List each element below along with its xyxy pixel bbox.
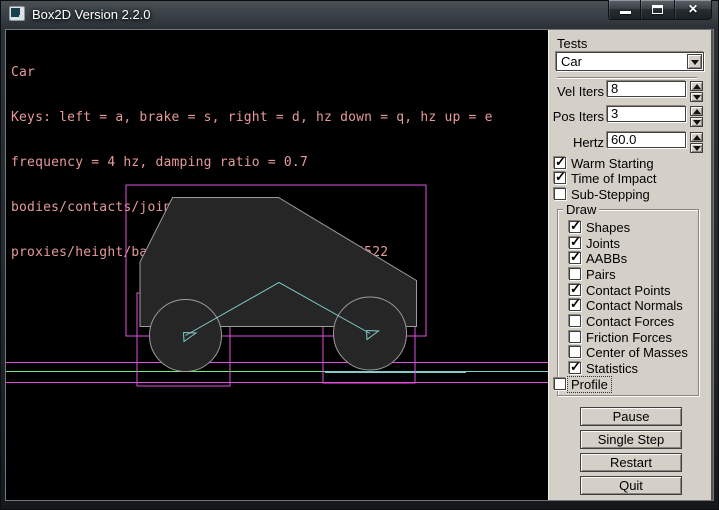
draw-group-label: Draw — [563, 202, 599, 217]
checkbox-box — [569, 346, 581, 358]
checkbox-box: ✓ — [569, 221, 581, 233]
vel-iters-field[interactable]: 8 — [607, 81, 686, 97]
tests-label: Tests — [557, 36, 587, 51]
checkbox-label: Warm Starting — [571, 156, 654, 171]
arrow-down-icon — [693, 146, 701, 151]
vel-iters-spinner — [690, 81, 703, 102]
checkbox-label: Statistics — [586, 361, 638, 376]
window-title: Box2D Version 2.2.0 — [32, 7, 151, 22]
minimize-button[interactable] — [608, 0, 641, 20]
pos-iters-spinner-down-button[interactable] — [690, 117, 703, 127]
check-icon: ✓ — [570, 296, 581, 312]
maximize-icon — [652, 5, 663, 14]
check-icon: ✓ — [555, 169, 566, 185]
checkbox-label: Time of Impact — [571, 171, 656, 186]
checkbox-box — [554, 188, 566, 200]
physics-scene — [6, 30, 548, 500]
hertz-spinner — [690, 132, 703, 153]
check-icon: ✓ — [555, 154, 566, 170]
hertz-label: Hertz — [549, 135, 604, 150]
checkbox-label: Sub-Stepping — [571, 187, 650, 202]
checkbox-box: ✓ — [569, 237, 581, 249]
vel-iters-spinner-down-button[interactable] — [690, 92, 703, 102]
checkbox-box: ✓ — [554, 157, 566, 169]
checkbox-box: ✓ — [569, 362, 581, 374]
close-button[interactable]: ✕ — [674, 0, 712, 20]
tests-dropdown[interactable]: Car — [556, 52, 704, 71]
app-window: Box2D Version 2.2.0 ✕ Car Keys: left = a… — [0, 0, 719, 510]
vel-iters-spinner-up-button[interactable] — [690, 81, 703, 91]
client-area: Car Keys: left = a, brake = s, right = d… — [6, 30, 713, 500]
checkbox-box: ✓ — [569, 299, 581, 311]
simulation-canvas[interactable]: Car Keys: left = a, brake = s, right = d… — [6, 30, 548, 500]
checkbox-label: Contact Forces — [586, 314, 674, 329]
restart-button[interactable]: Restart — [580, 453, 682, 472]
checkbox-label: Center of Masses — [586, 345, 688, 360]
hertz-field[interactable]: 60.0 — [607, 132, 686, 148]
checkbox-label: Pairs — [586, 267, 616, 282]
pos-iters-field[interactable]: 3 — [607, 106, 686, 122]
checkbox-label-focused: Profile — [568, 377, 611, 392]
checkbox-label: Shapes — [586, 220, 630, 235]
checkbox-box: ✓ — [569, 252, 581, 264]
control-panel: Tests Car Vel Iters 8 Pos Iters 3 — [548, 30, 713, 500]
app-icon-dot — [19, 15, 23, 19]
tests-dropdown-value: Car — [561, 54, 582, 69]
checkbox-label: AABBs — [586, 251, 627, 266]
arrow-down-icon — [693, 95, 701, 100]
arrow-up-icon — [693, 84, 701, 89]
caption-button-group: ✕ — [608, 0, 712, 20]
pause-button[interactable]: Pause — [580, 407, 682, 426]
maximize-button[interactable] — [641, 0, 674, 20]
checkbox-box — [554, 378, 566, 390]
check-icon: ✓ — [570, 234, 581, 250]
vel-iters-label: Vel Iters — [549, 84, 604, 99]
close-icon: ✕ — [675, 2, 711, 16]
checkbox-box: ✓ — [554, 172, 566, 184]
check-icon: ✓ — [570, 249, 581, 265]
chevron-down-icon — [691, 60, 699, 65]
app-icon — [9, 6, 25, 21]
separator-line — [557, 77, 697, 79]
pos-iters-label: Pos Iters — [549, 109, 604, 124]
pos-iters-spinner-up-button[interactable] — [690, 106, 703, 116]
title-bar[interactable]: Box2D Version 2.2.0 ✕ — [0, 0, 719, 30]
checkbox-label: Joints — [586, 236, 620, 251]
checkbox-box — [569, 331, 581, 343]
minimize-icon — [620, 11, 631, 14]
arrow-up-icon — [693, 135, 701, 140]
check-icon: ✓ — [570, 218, 581, 234]
check-icon: ✓ — [570, 359, 581, 375]
hertz-spinner-down-button[interactable] — [690, 143, 703, 153]
arrow-down-icon — [693, 120, 701, 125]
arrow-up-icon — [693, 109, 701, 114]
single-step-button[interactable]: Single Step — [580, 430, 682, 449]
hertz-spinner-up-button[interactable] — [690, 132, 703, 142]
quit-button[interactable]: Quit — [580, 476, 682, 495]
check-icon: ✓ — [570, 281, 581, 297]
checkbox-box — [569, 315, 581, 327]
checkbox-label: Contact Normals — [586, 298, 683, 313]
checkbox-label: Contact Points — [586, 283, 671, 298]
checkbox-label: Friction Forces — [586, 330, 672, 345]
tests-dropdown-button[interactable] — [687, 54, 702, 69]
checkbox-box — [569, 268, 581, 280]
checkbox-box: ✓ — [569, 284, 581, 296]
pos-iters-spinner — [690, 106, 703, 127]
